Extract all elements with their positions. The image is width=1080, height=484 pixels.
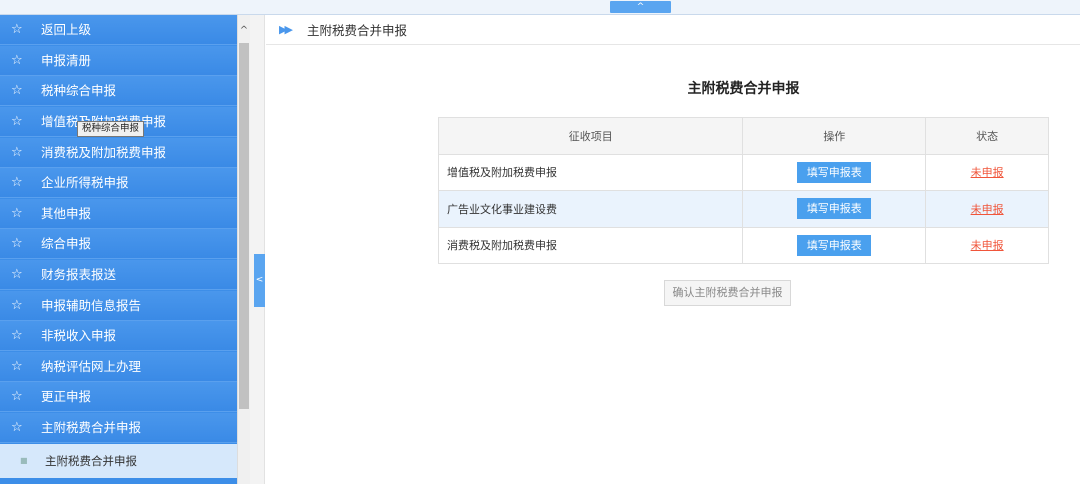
sidebar-item-tax-assessment[interactable]: ☆ 纳税评估网上办理 bbox=[0, 352, 237, 382]
star-icon: ☆ bbox=[11, 298, 23, 313]
table-header-row: 征收项目 操作 状态 bbox=[437, 117, 1049, 155]
table-row: 广告业文化事业建设费 填写申报表 未申报 bbox=[437, 190, 1049, 228]
sidebar-item-other[interactable]: ☆ 其他申报 bbox=[0, 199, 237, 229]
star-icon: ☆ bbox=[11, 328, 23, 343]
fill-form-button[interactable]: 填写申报表 bbox=[797, 234, 872, 256]
sidebar-item-label: 财务报表报送 bbox=[41, 267, 117, 282]
status-link[interactable]: 未申报 bbox=[971, 166, 1004, 179]
star-icon: ☆ bbox=[11, 206, 23, 221]
star-icon: ☆ bbox=[11, 145, 23, 160]
sidebar-item-label: 企业所得税申报 bbox=[41, 175, 129, 190]
table-row: 消费税及附加税费申报 填写申报表 未申报 bbox=[437, 226, 1049, 264]
star-icon: ☆ bbox=[11, 389, 23, 404]
sidebar-item-label: 申报清册 bbox=[41, 53, 92, 68]
sidebar-item-correction[interactable]: ☆ 更正申报 bbox=[0, 382, 237, 412]
star-icon: ☆ bbox=[11, 175, 23, 190]
status-cell: 未申报 bbox=[925, 190, 1049, 228]
star-icon: ☆ bbox=[11, 114, 23, 129]
sidebar-subitem-combined-declaration[interactable]: ■ 主附税费合并申报 bbox=[0, 444, 237, 478]
top-collapse-button[interactable]: ^ bbox=[610, 1, 671, 13]
bullet-icon: ■ bbox=[20, 456, 28, 465]
declaration-table: 征收项目 操作 状态 增值税及附加税费申报 填写申报表 未申报 广告业文化事业建… bbox=[437, 117, 1049, 264]
sidebar: ☆返回上级 ☆申报清册 ☆税种综合申报 ☆增值税及附加税费申报 ☆消费税及附加税… bbox=[0, 15, 237, 484]
sidebar-item-corporate-income-tax[interactable]: ☆ 企业所得税申报 bbox=[0, 168, 237, 198]
sidebar-item-comprehensive-tax[interactable]: ☆ 税种综合申报 bbox=[0, 76, 237, 106]
sidebar-item-back[interactable]: ☆ 返回上级 bbox=[0, 15, 237, 45]
chevron-up-icon[interactable]: ^ bbox=[238, 25, 250, 37]
sidebar-item-consumption-tax[interactable]: ☆ 消费税及附加税费申报 bbox=[0, 138, 237, 168]
action-cell: 填写申报表 bbox=[742, 153, 927, 191]
fill-form-button[interactable]: 填写申报表 bbox=[797, 198, 872, 220]
collapse-sidebar-button[interactable]: < bbox=[254, 254, 265, 307]
sidebar-item-label: 其他申报 bbox=[41, 206, 92, 221]
status-cell: 未申报 bbox=[925, 226, 1049, 264]
page-title: 主附税费合并申报 bbox=[687, 81, 800, 97]
star-icon: ☆ bbox=[11, 420, 23, 435]
double-arrow-icon: ▶▶ bbox=[279, 23, 293, 36]
star-icon: ☆ bbox=[11, 359, 23, 374]
top-bar: ^ bbox=[0, 0, 1080, 15]
sidebar-item-financial-statements[interactable]: ☆ 财务报表报送 bbox=[0, 260, 237, 290]
item-cell: 增值税及附加税费申报 bbox=[437, 153, 744, 191]
item-cell: 消费税及附加税费申报 bbox=[437, 226, 744, 264]
breadcrumb: ▶▶ 主附税费合并申报 bbox=[266, 16, 1080, 45]
action-cell: 填写申报表 bbox=[742, 190, 927, 228]
sidebar-item-general[interactable]: ☆ 综合申报 bbox=[0, 229, 237, 259]
header-item: 征收项目 bbox=[437, 117, 744, 155]
item-cell: 广告业文化事业建设费 bbox=[437, 190, 744, 228]
sidebar-item-auxiliary-report[interactable]: ☆ 申报辅助信息报告 bbox=[0, 291, 237, 321]
sidebar-item-label: 综合申报 bbox=[41, 236, 92, 251]
sidebar-item-label: 纳税评估网上办理 bbox=[41, 359, 142, 374]
scroll-thumb[interactable] bbox=[239, 43, 249, 409]
sidebar-item-label: 消费税及附加税费申报 bbox=[41, 145, 167, 160]
action-cell: 填写申报表 bbox=[742, 226, 927, 264]
star-icon: ☆ bbox=[11, 236, 23, 251]
sidebar-item-label: 申报辅助信息报告 bbox=[41, 298, 142, 313]
header-action: 操作 bbox=[742, 117, 927, 155]
splitter: < bbox=[250, 15, 265, 484]
sidebar-item-non-tax-revenue[interactable]: ☆ 非税收入申报 bbox=[0, 321, 237, 351]
star-icon: ☆ bbox=[11, 22, 23, 37]
header-status: 状态 bbox=[925, 117, 1049, 155]
star-icon: ☆ bbox=[11, 267, 23, 282]
sidebar-item-label: 返回上级 bbox=[41, 22, 92, 37]
sidebar-item-label: 更正申报 bbox=[41, 389, 92, 404]
sidebar-subitem-label: 主附税费合并申报 bbox=[45, 454, 137, 468]
tooltip: 税种综合申报 bbox=[77, 121, 145, 137]
table-row: 增值税及附加税费申报 填写申报表 未申报 bbox=[437, 153, 1049, 191]
sidebar-item-label: 非税收入申报 bbox=[41, 328, 117, 343]
status-cell: 未申报 bbox=[925, 153, 1049, 191]
sidebar-item-declaration-list[interactable]: ☆ 申报清册 bbox=[0, 46, 237, 76]
sidebar-item-label: 税种综合申报 bbox=[41, 83, 117, 98]
fill-form-button[interactable]: 填写申报表 bbox=[797, 161, 872, 183]
status-link[interactable]: 未申报 bbox=[971, 239, 1004, 252]
star-icon: ☆ bbox=[11, 53, 23, 68]
sidebar-item-combined-declaration[interactable]: ☆ 主附税费合并申报 bbox=[0, 413, 237, 443]
breadcrumb-text: 主附税费合并申报 bbox=[307, 23, 408, 38]
sidebar-scrollbar[interactable]: ^ bbox=[237, 15, 250, 484]
confirm-combined-declaration-button[interactable]: 确认主附税费合并申报 bbox=[664, 280, 791, 306]
star-icon: ☆ bbox=[11, 83, 23, 98]
sidebar-item-label: 主附税费合并申报 bbox=[41, 420, 142, 435]
status-link[interactable]: 未申报 bbox=[971, 203, 1004, 216]
